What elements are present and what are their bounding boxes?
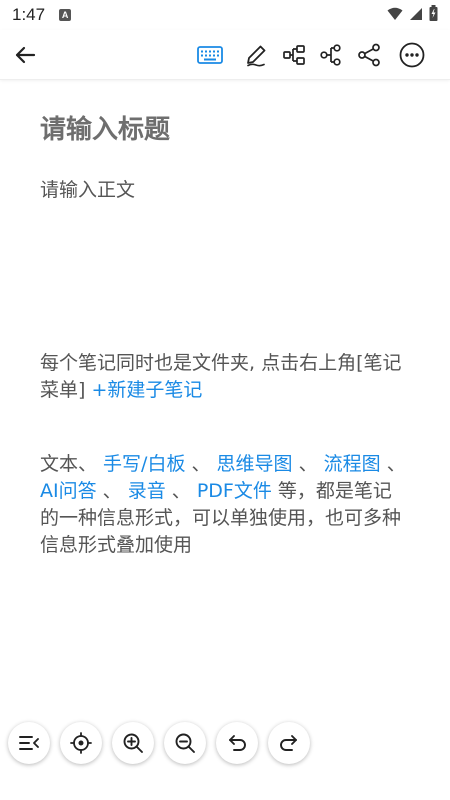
mindmap-button[interactable]: [279, 40, 309, 70]
pdf-link[interactable]: PDF文件: [197, 480, 272, 502]
separator: 、: [96, 480, 128, 502]
undo-icon: [229, 735, 246, 751]
body-input[interactable]: 请输入正文: [40, 176, 135, 204]
ai-qa-link[interactable]: AI问答: [40, 480, 97, 502]
notification-badge: A: [59, 9, 72, 21]
handwriting-button[interactable]: [241, 40, 271, 70]
status-icons: [387, 5, 438, 25]
guide-paragraph-formats: 文本、 手写/白板 、 思维导图 、 流程图 、 AI问答 、 录音 、 PDF…: [40, 451, 410, 559]
new-subnote-link[interactable]: +新建子笔记: [91, 379, 202, 401]
bottom-toolbar: [8, 722, 310, 764]
battery-icon: [429, 5, 438, 25]
keyboard-icon: [197, 46, 223, 64]
flowchart-button[interactable]: [316, 40, 346, 70]
undo-button[interactable]: [216, 722, 258, 764]
share-button[interactable]: [354, 40, 384, 70]
flowchart-icon: [320, 44, 341, 66]
locate-icon: [70, 732, 92, 754]
share-icon: [358, 43, 380, 67]
top-toolbar: [0, 30, 450, 80]
mindmap-link[interactable]: 思维导图: [217, 453, 293, 475]
zoom-out-button[interactable]: [164, 722, 206, 764]
back-button[interactable]: [10, 40, 40, 70]
flowchart-link[interactable]: 流程图: [324, 453, 381, 475]
audio-link[interactable]: 录音: [128, 480, 166, 502]
separator: 、: [165, 480, 197, 502]
pen-icon: [247, 45, 266, 67]
keyboard-button[interactable]: [195, 40, 225, 70]
signal-icon: [409, 6, 423, 25]
title-input[interactable]: 请输入标题: [40, 112, 170, 148]
outline-toggle-icon: [19, 736, 39, 750]
zoom-out-icon: [175, 733, 195, 753]
status-bar: 1:47 A: [0, 0, 450, 30]
outline-toggle-button[interactable]: [8, 722, 50, 764]
wifi-icon: [387, 6, 403, 25]
guide-text: 文本、: [40, 453, 104, 475]
separator: 、: [292, 453, 324, 475]
more-icon: [399, 42, 425, 68]
mindmap-icon: [283, 45, 305, 65]
back-arrow-icon: [15, 46, 36, 64]
more-button[interactable]: [397, 40, 427, 70]
redo-button[interactable]: [268, 722, 310, 764]
separator: 、: [185, 453, 217, 475]
guide-paragraph-folder: 每个笔记同时也是文件夹, 点击右上角[笔记菜单] +新建子笔记: [40, 350, 410, 404]
zoom-in-button[interactable]: [112, 722, 154, 764]
zoom-in-icon: [123, 733, 143, 753]
handwriting-link[interactable]: 手写/白板: [103, 453, 185, 475]
status-time: 1:47: [12, 5, 46, 24]
locate-button[interactable]: [60, 722, 102, 764]
separator: 、: [380, 453, 406, 475]
redo-icon: [280, 735, 297, 751]
